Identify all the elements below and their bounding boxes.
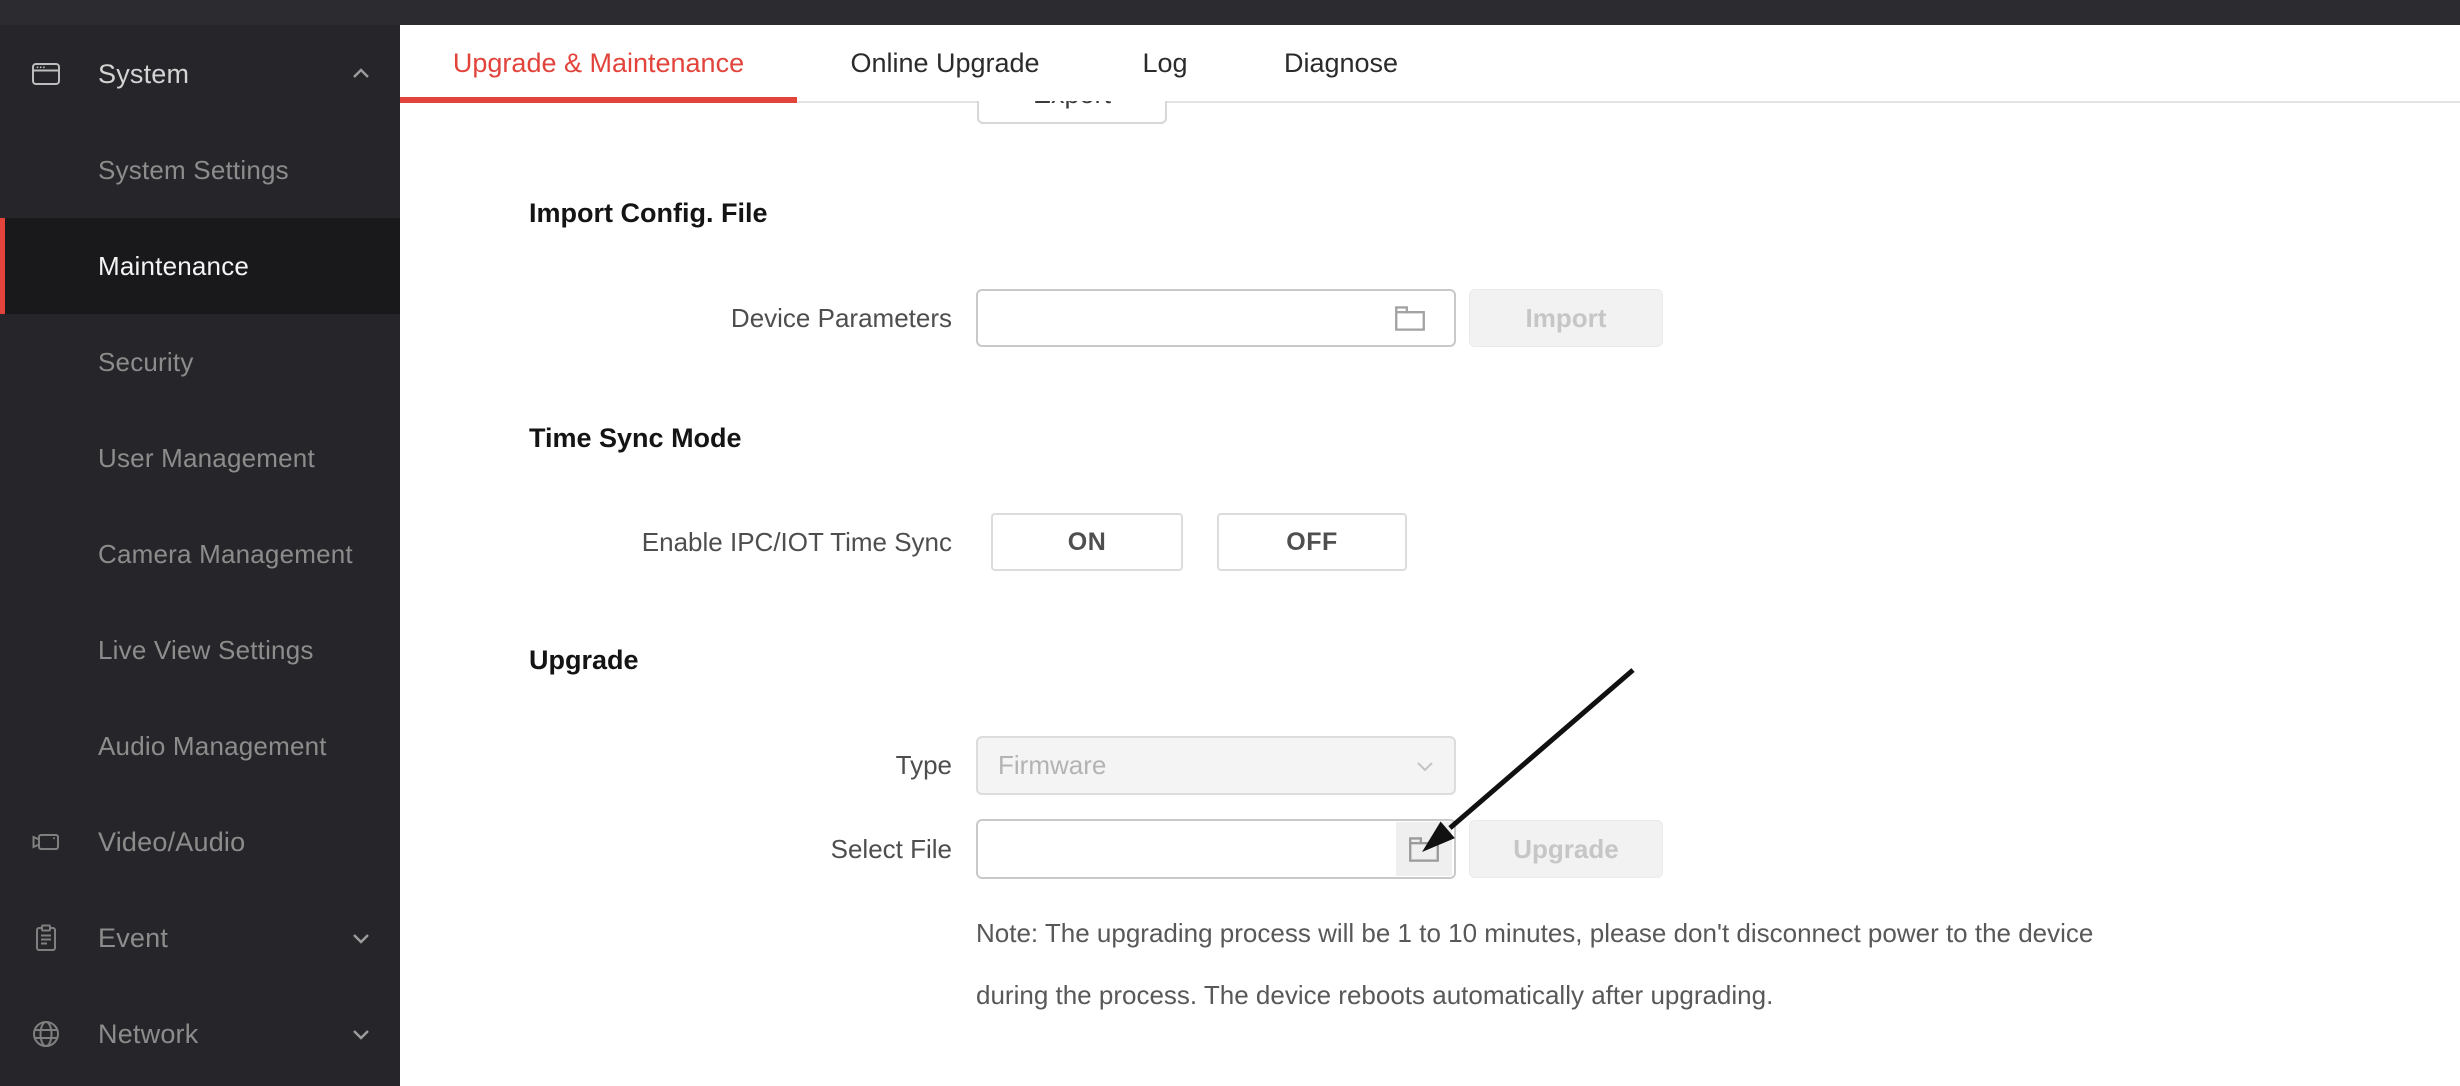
section-heading-time-sync: Time Sync Mode	[529, 423, 742, 453]
device-parameters-label: Device Parameters	[400, 305, 952, 331]
video-camera-icon	[30, 826, 62, 858]
sidebar-item-label: Camera Management	[98, 539, 353, 570]
device-parameters-input[interactable]	[976, 289, 1456, 347]
upgrade-note-line1: Note: The upgrading process will be 1 to…	[976, 918, 2093, 948]
sidebar-item-event[interactable]: Event	[0, 890, 400, 986]
type-select[interactable]: Firmware	[976, 736, 1456, 795]
upgrade-note-line2: during the process. The device reboots a…	[976, 980, 1773, 1010]
chevron-down-icon	[1412, 753, 1438, 779]
sidebar-item-label: User Management	[98, 443, 315, 474]
chevron-up-icon	[350, 63, 372, 85]
tab-bar: Upgrade & Maintenance Online Upgrade Log…	[400, 25, 2460, 101]
chevron-down-icon	[350, 1023, 372, 1045]
sidebar-item-security[interactable]: Security	[0, 314, 400, 410]
sidebar-item-video-audio[interactable]: Video/Audio	[0, 794, 400, 890]
globe-icon	[30, 1018, 62, 1050]
sidebar-item-label: System Settings	[98, 155, 289, 186]
sidebar-item-system-settings[interactable]: System Settings	[0, 122, 400, 218]
sidebar-item-system[interactable]: System	[0, 26, 400, 122]
app-window: System System Settings Maintenance Secur…	[0, 0, 2460, 1086]
folder-browse-icon[interactable]	[1396, 822, 1452, 876]
tab-log[interactable]: Log	[1093, 25, 1237, 101]
section-heading-upgrade: Upgrade	[529, 645, 639, 675]
sidebar-item-label: Maintenance	[98, 251, 249, 282]
tab-upgrade-maintenance[interactable]: Upgrade & Maintenance	[400, 25, 797, 101]
sidebar-item-audio-management[interactable]: Audio Management	[0, 698, 400, 794]
sidebar-item-user-management[interactable]: User Management	[0, 410, 400, 506]
sidebar-item-camera-management[interactable]: Camera Management	[0, 506, 400, 602]
section-heading-import-config: Import Config. File	[529, 198, 767, 228]
type-label: Type	[400, 752, 952, 778]
time-sync-off-button[interactable]: OFF	[1217, 513, 1407, 571]
time-sync-on-button[interactable]: ON	[991, 513, 1183, 571]
sidebar-item-live-view-settings[interactable]: Live View Settings	[0, 602, 400, 698]
upgrade-button[interactable]: Upgrade	[1469, 820, 1663, 878]
window-icon	[30, 58, 62, 90]
sidebar-item-maintenance[interactable]: Maintenance	[0, 218, 400, 314]
enable-ipc-iot-time-sync-label: Enable IPC/IOT Time Sync	[400, 529, 952, 555]
select-file-label: Select File	[400, 836, 952, 862]
sidebar-item-label: Network	[98, 1019, 198, 1050]
sidebar: System System Settings Maintenance Secur…	[0, 25, 400, 1086]
sidebar-item-label: Video/Audio	[98, 827, 245, 858]
import-button[interactable]: Import	[1469, 289, 1663, 347]
sidebar-item-network[interactable]: Network	[0, 986, 400, 1082]
active-tab-underline	[400, 97, 797, 103]
sidebar-item-label: System	[98, 59, 189, 90]
clipboard-icon	[30, 922, 62, 954]
sidebar-item-label: Audio Management	[98, 731, 327, 762]
sidebar-item-label: Security	[98, 347, 194, 378]
chevron-down-icon	[350, 927, 372, 949]
tab-diagnose[interactable]: Diagnose	[1237, 25, 1445, 101]
tab-online-upgrade[interactable]: Online Upgrade	[797, 25, 1093, 101]
type-select-value: Firmware	[998, 750, 1106, 781]
top-dark-bar	[0, 0, 2460, 25]
folder-browse-icon[interactable]	[1392, 302, 1428, 334]
sidebar-item-label: Event	[98, 923, 168, 954]
select-file-input[interactable]	[976, 819, 1456, 879]
sidebar-item-label: Live View Settings	[98, 635, 314, 666]
